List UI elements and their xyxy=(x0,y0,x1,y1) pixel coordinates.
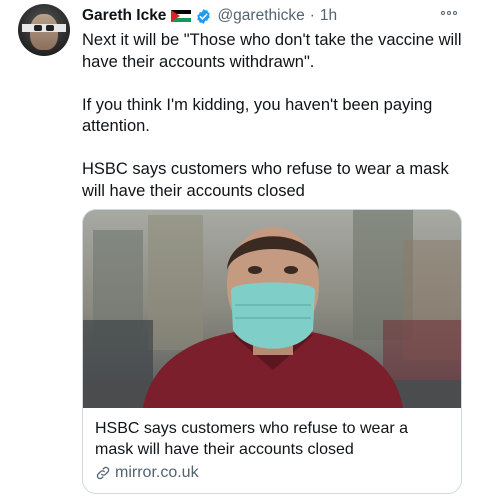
tweet-paragraph: If you think I'm kidding, you haven't be… xyxy=(82,95,433,136)
avatar[interactable] xyxy=(18,4,70,56)
palestine-flag-icon xyxy=(171,9,192,23)
card-domain-text: mirror.co.uk xyxy=(115,464,199,481)
tweet-text: Next it will be "Those who don't take th… xyxy=(82,30,467,202)
card-domain[interactable]: mirror.co.uk xyxy=(95,464,199,482)
avatar-eye xyxy=(46,25,54,31)
link-card[interactable]: HSBC says customers who refuse to wear a… xyxy=(82,209,462,494)
tweet-paragraph: Next it will be "Those who don't take th… xyxy=(82,31,462,71)
tweet-header: Gareth Icke @garethicke · 1h xyxy=(82,6,337,26)
card-title[interactable]: HSBC says customers who refuse to wear a… xyxy=(95,418,450,460)
masked-man-photo xyxy=(83,210,461,408)
avatar-face xyxy=(30,14,58,50)
card-image[interactable] xyxy=(83,210,461,408)
more-options-icon[interactable] xyxy=(441,8,461,18)
tweet-paragraph: HSBC says customers who refuse to wear a… xyxy=(82,160,449,200)
author-name[interactable]: Gareth Icke xyxy=(82,7,166,25)
avatar-eye-band xyxy=(22,24,66,32)
link-icon xyxy=(96,466,110,480)
tweet-time[interactable]: 1h xyxy=(320,7,337,25)
avatar-eye xyxy=(34,25,42,31)
author-handle[interactable]: @garethicke xyxy=(217,7,304,25)
verified-badge-icon xyxy=(197,8,211,24)
separator-dot: · xyxy=(309,7,315,24)
